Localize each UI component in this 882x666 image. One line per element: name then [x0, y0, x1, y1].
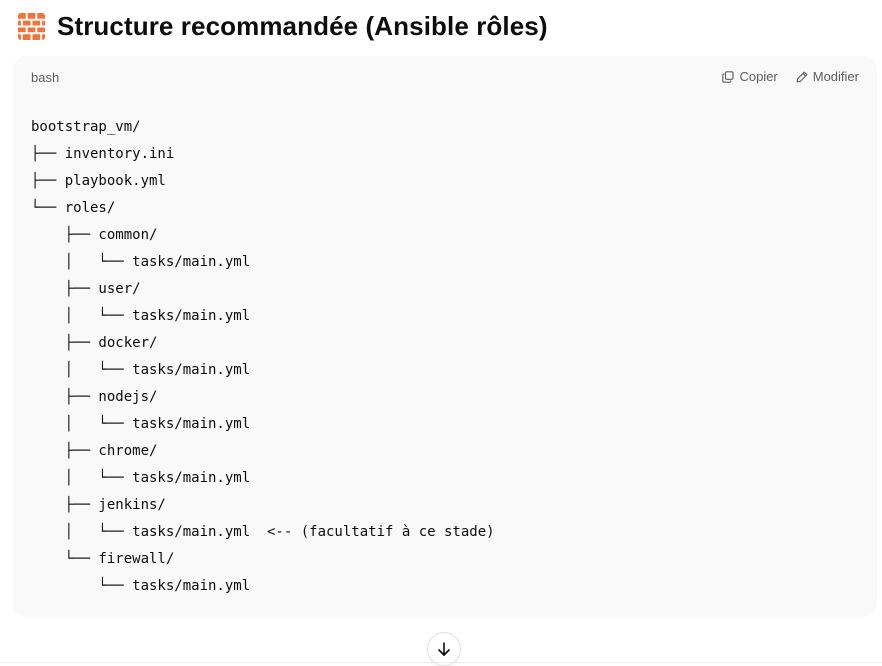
code-content: bootstrap_vm/ ├── inventory.ini ├── playbo…	[31, 114, 495, 600]
code-language-label: bash	[31, 70, 60, 85]
code-actions: Copier Modifier	[722, 69, 859, 84]
code-line: └── firewall/	[31, 551, 175, 567]
pencil-icon	[796, 71, 808, 82]
code-line: ├── user/	[31, 281, 141, 297]
edit-button[interactable]: Modifier	[796, 69, 859, 84]
code-line: │ └── tasks/main.yml	[31, 470, 251, 486]
code-line: ├── chrome/	[31, 443, 158, 459]
code-line: ├── common/	[31, 227, 158, 243]
code-line: └── tasks/main.yml	[31, 578, 251, 594]
code-block: bash Copier Modifier bootstrap_vm/ ├── in…	[13, 56, 877, 617]
copy-label: Copier	[739, 69, 778, 84]
code-line: │ └── tasks/main.yml	[31, 362, 251, 378]
page-title: Structure recommandée (Ansible rôles)	[57, 10, 548, 41]
code-line: │ └── tasks/main.yml <-- (facultatif à c…	[31, 524, 495, 540]
copy-icon	[722, 70, 735, 83]
brick-wall-icon	[18, 12, 45, 40]
copy-button[interactable]: Copier	[722, 69, 778, 84]
arrow-down-icon	[438, 642, 450, 656]
bottom-divider	[0, 662, 882, 663]
code-line: ├── playbook.yml	[31, 173, 166, 189]
scroll-to-bottom-button[interactable]	[427, 632, 461, 666]
code-block-header: bash Copier Modifier	[13, 56, 877, 98]
code-line: ├── nodejs/	[31, 389, 158, 405]
code-line: │ └── tasks/main.yml	[31, 416, 251, 432]
edit-label: Modifier	[812, 69, 859, 84]
code-line: bootstrap_vm/	[31, 119, 141, 135]
code-line: │ └── tasks/main.yml	[31, 308, 251, 324]
code-line: └── roles/	[31, 200, 116, 216]
code-line: ├── jenkins/	[31, 497, 166, 513]
code-line: ├── inventory.ini	[31, 146, 175, 162]
section-heading: Structure recommandée (Ansible rôles)	[18, 8, 548, 44]
code-line: ├── docker/	[31, 335, 158, 351]
code-line: │ └── tasks/main.yml	[31, 254, 251, 270]
